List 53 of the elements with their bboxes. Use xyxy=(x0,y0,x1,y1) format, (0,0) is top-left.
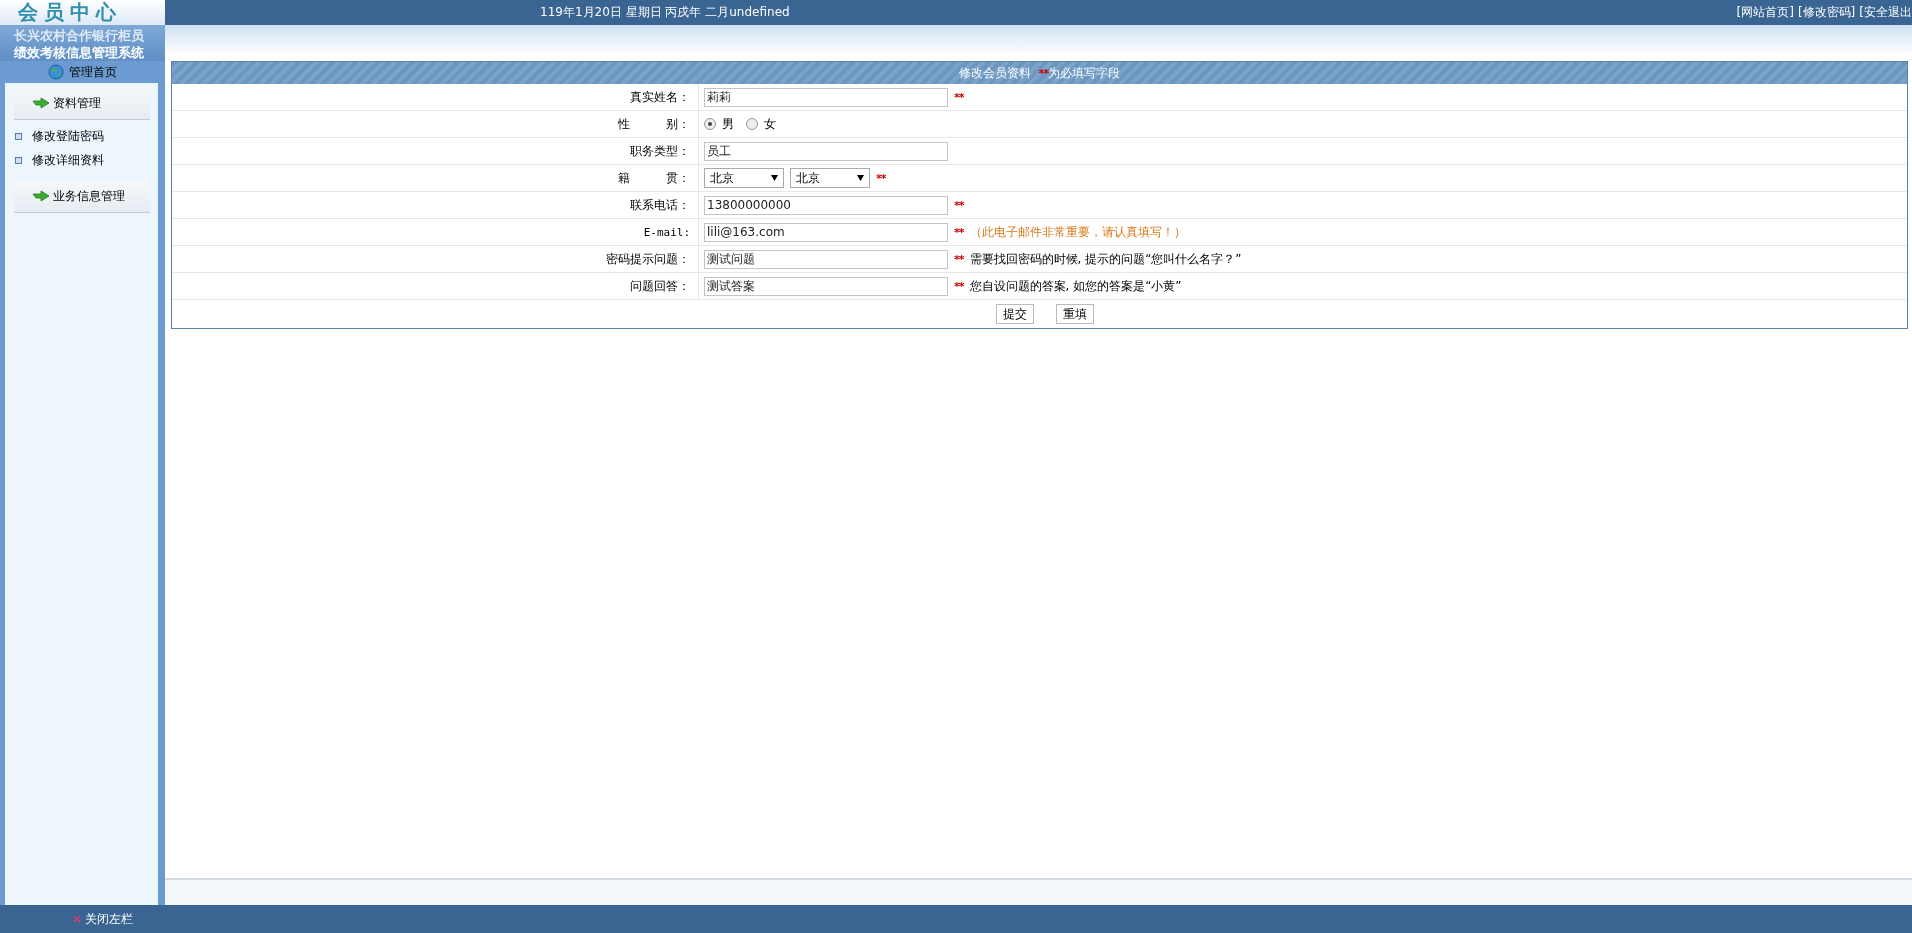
top-link[interactable]: [修改密码] xyxy=(1797,4,1856,21)
submit-button[interactable]: 提交 xyxy=(995,304,1034,324)
text-field[interactable]: lili@163.com xyxy=(704,222,948,242)
logo: 会员中心 xyxy=(0,0,165,25)
text-field[interactable]: 13800000000 xyxy=(704,195,948,215)
required-mark: ** xyxy=(876,171,886,185)
field-label: 密码提示问题： xyxy=(606,250,690,268)
text-field[interactable]: 测试问题 xyxy=(704,249,948,269)
text-field[interactable]: 员工 xyxy=(704,141,948,161)
dropdown[interactable]: 北京 xyxy=(704,168,784,188)
form-hint: 为必填写字段 xyxy=(1048,64,1121,82)
radio-label: 女 xyxy=(764,115,776,133)
system-title: 长兴农村合作银行柜员 绩效考核信息管理系统 xyxy=(0,25,165,61)
radio-label: 男 xyxy=(722,115,734,133)
required-mark: ** xyxy=(954,225,964,239)
field-label: 籍 贯： xyxy=(618,169,690,187)
field-hint: （此电子邮件非常重要，请认真填写！） xyxy=(969,223,1186,241)
sidebar-section[interactable]: 资料管理 xyxy=(14,87,150,120)
required-mark: ** xyxy=(954,90,964,104)
caret-icon xyxy=(771,175,778,181)
caret-icon xyxy=(857,175,864,181)
required-mark: ** xyxy=(954,279,964,293)
required-mark: ** xyxy=(954,252,964,266)
arrow-icon xyxy=(32,97,50,109)
form-title: 修改会员资料 xyxy=(958,64,1032,82)
bullet-icon xyxy=(15,156,22,164)
sidebar-item[interactable]: 修改详细资料 xyxy=(32,151,104,169)
sidebar-section[interactable]: 业务信息管理 xyxy=(14,180,150,213)
required-mark: ** xyxy=(954,198,964,212)
field-hint: 需要找回密码的时候, 提示的问题“您叫什么名字？” xyxy=(969,250,1242,268)
field-hint: 您自设问题的答案, 如您的答案是“小黄” xyxy=(969,277,1182,295)
arrow-icon xyxy=(32,190,50,202)
text-field[interactable]: 莉莉 xyxy=(704,87,948,107)
field-label: 联系电话： xyxy=(630,196,690,214)
dropdown[interactable]: 北京 xyxy=(790,168,870,188)
close-icon xyxy=(73,915,81,923)
radio-button[interactable] xyxy=(704,118,716,130)
top-link[interactable]: [网站首页] xyxy=(1736,4,1794,21)
radio-button[interactable] xyxy=(746,118,758,130)
close-sidebar-link[interactable]: 关闭左栏 xyxy=(85,910,133,928)
field-label: E-mail: xyxy=(643,225,690,239)
top-link[interactable]: [安全退出 xyxy=(1859,4,1912,21)
field-label: 性 别： xyxy=(618,115,690,133)
field-label: 问题回答： xyxy=(630,277,690,295)
reset-button[interactable]: 重填 xyxy=(1055,304,1094,324)
text-field[interactable]: 测试答案 xyxy=(704,276,948,296)
field-label: 真实姓名： xyxy=(630,88,690,106)
sidebar-item[interactable]: 修改登陆密码 xyxy=(32,127,104,145)
globe-icon xyxy=(48,64,64,80)
field-label: 职务类型： xyxy=(630,142,690,160)
date-text: 119年1月20日 星期日 丙戌年 二月undefined xyxy=(540,4,790,21)
required-mark: ** xyxy=(1038,66,1049,80)
bullet-icon xyxy=(15,132,22,140)
